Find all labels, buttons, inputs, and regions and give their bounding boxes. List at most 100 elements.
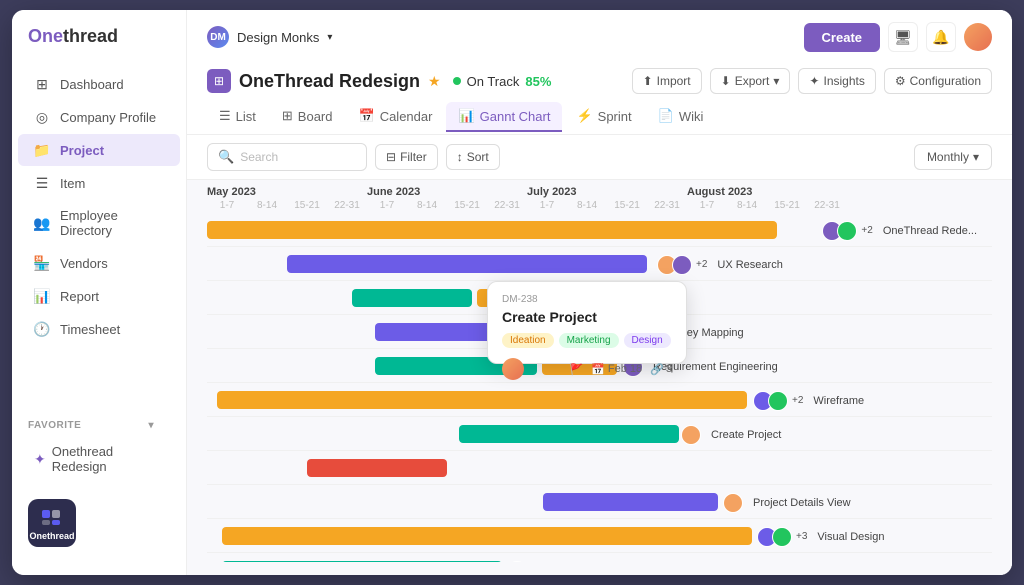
gantt-rows-container: +2 OneThread Rede... (207, 213, 992, 562)
sidebar-item-employee-directory[interactable]: 👥 Employee Directory (18, 200, 180, 246)
avatar (681, 425, 701, 445)
user-avatar[interactable] (964, 23, 992, 51)
export-dropdown-icon: ▾ (773, 74, 779, 88)
sidebar-item-timesheet[interactable]: 🕐 Timesheet (18, 313, 180, 345)
sidebar-item-company-profile[interactable]: ◎ Company Profile (18, 101, 180, 133)
notification-icon-btn[interactable]: 🔔 (926, 22, 956, 52)
company-icon: ◎ (34, 109, 50, 125)
gantt-row-red: DM-238 Create Project Ideation Marketing… (207, 451, 992, 485)
timesheet-icon: 🕐 (34, 321, 50, 337)
extra-count: +2 (861, 225, 872, 236)
config-icon: ⚙ (895, 74, 906, 88)
list-icon: ☰ (219, 108, 231, 124)
gantt-bar-dribbble (222, 561, 502, 563)
avatar (672, 255, 692, 275)
sidebar-item-report[interactable]: 📊 Report (18, 280, 180, 312)
month-may: May 2023 1-7 8-14 15-21 22-31 (207, 186, 367, 211)
sidebar-item-dashboard[interactable]: ⊞ Dashboard (18, 68, 180, 100)
project-icon: 📁 (34, 142, 50, 158)
avatar-group-create (681, 425, 701, 445)
sidebar-item-item[interactable]: ☰ Item (18, 167, 180, 199)
filter-button[interactable]: ⊟ Filter (375, 144, 438, 170)
gantt-bar-create-project (459, 425, 679, 443)
gantt-chart-area: May 2023 1-7 8-14 15-21 22-31 June 2023 (187, 180, 1012, 575)
report-icon: 📊 (34, 288, 50, 304)
item-icon: ☰ (34, 175, 50, 191)
monthly-toggle[interactable]: Monthly ▾ (914, 144, 992, 170)
avatar (837, 221, 857, 241)
app-logo: Onethread (12, 26, 186, 67)
favorites-toggle[interactable]: ▾ (148, 420, 154, 431)
header: DM Design Monks ▾ Create 🖥 🔔 ⊞ OneThread… (187, 10, 1012, 135)
gantt-row-wireframe: +2 Wireframe (207, 383, 992, 417)
avatar-group-dribbble (507, 561, 527, 563)
popup-footer: 🚩 📅 Feb 18 🔗 3 (502, 358, 672, 380)
vendors-icon: 🏪 (34, 255, 50, 271)
task-popup: DM-238 Create Project Ideation Marketing… (487, 281, 687, 364)
avatar (723, 493, 743, 513)
tab-gantt[interactable]: 📊 Gannt Chart (446, 102, 562, 132)
sidebar-footer: Onethread (12, 487, 186, 559)
sort-icon: ↕ (457, 150, 463, 164)
avatar-group-visual (757, 527, 792, 547)
gantt-timeline-header: May 2023 1-7 8-14 15-21 22-31 June 2023 (207, 180, 992, 213)
avatar (772, 527, 792, 547)
gantt-icon: 📊 (458, 108, 474, 124)
main-content: DM Design Monks ▾ Create 🖥 🔔 ⊞ OneThread… (187, 10, 1012, 575)
tab-sprint[interactable]: ⚡ Sprint (564, 102, 643, 132)
tab-wiki[interactable]: 📄 Wiki (646, 102, 716, 132)
footer-logo: Onethread (28, 499, 76, 547)
gantt-bar-ux-research (287, 255, 647, 273)
workspace-dropdown-icon: ▾ (327, 32, 332, 43)
tab-board[interactable]: ⊞ Board (270, 102, 345, 132)
import-button[interactable]: ⬆ Import (632, 68, 702, 94)
favorite-star-icon: ✦ (34, 451, 46, 468)
workspace-avatar: DM (207, 26, 229, 48)
board-icon: ⊞ (282, 108, 293, 124)
sidebar-item-project[interactable]: 📁 Project (18, 134, 180, 166)
avatar-group-wireframe (753, 391, 788, 411)
project-title: OneThread Redesign (239, 71, 420, 92)
export-button[interactable]: ⬇ Export ▾ (710, 68, 791, 94)
tab-calendar[interactable]: 📅 Calendar (347, 102, 445, 132)
gantt-row-create-project: Create Project (207, 417, 992, 451)
tab-list[interactable]: ☰ List (207, 102, 268, 132)
avatar (507, 561, 527, 563)
popup-user-avatar (502, 358, 524, 380)
status-dot-icon (453, 77, 461, 85)
wiki-icon: 📄 (658, 108, 674, 124)
create-button[interactable]: Create (804, 23, 880, 52)
project-status: On Track 85% (453, 74, 552, 89)
workspace-selector[interactable]: DM Design Monks ▾ (207, 26, 332, 48)
sidebar-item-vendors[interactable]: 🏪 Vendors (18, 247, 180, 279)
header-actions: Create 🖥 🔔 (804, 22, 992, 52)
gantt-bar-wireframe (217, 391, 747, 409)
sidebar-item-onethread-redesign[interactable]: ✦ Onethread Redesign (18, 436, 180, 482)
search-box[interactable]: 🔍 Search (207, 143, 367, 171)
screen-icon-btn[interactable]: 🖥 (888, 22, 918, 52)
insights-button[interactable]: ✦ Insights (798, 68, 875, 94)
view-tabs: ☰ List ⊞ Board 📅 Calendar 📊 Gannt Chart … (207, 100, 992, 134)
configuration-button[interactable]: ⚙ Configuration (884, 68, 992, 94)
gantt-row-ux-research: +2 UX Research (207, 247, 992, 281)
filter-icon: ⊟ (386, 150, 396, 164)
gantt-row-onethread: +2 OneThread Rede... (207, 213, 992, 247)
link-icon: 🔗 (650, 363, 664, 376)
sprint-icon: ⚡ (576, 108, 592, 124)
popup-badges: Ideation Marketing Design (502, 333, 672, 348)
gantt-toolbar: 🔍 Search ⊟ Filter ↕ Sort Monthly ▾ (187, 135, 1012, 180)
project-header: ⊞ OneThread Redesign ★ On Track 85% ⬆ Im… (207, 60, 992, 100)
toolbar-left: 🔍 Search ⊟ Filter ↕ Sort (207, 143, 500, 171)
avatar-group-details (723, 493, 743, 513)
gantt-bar-red (307, 459, 447, 477)
project-type-icon: ⊞ (207, 69, 231, 93)
project-star-icon[interactable]: ★ (428, 73, 441, 90)
project-meta-actions: ⬆ Import ⬇ Export ▾ ✦ Insights ⚙ Confi (632, 68, 992, 94)
flag-icon: 🚩 (570, 363, 584, 376)
sort-button[interactable]: ↕ Sort (446, 144, 500, 170)
popup-meta: 🚩 📅 Feb 18 🔗 3 (570, 363, 672, 376)
export-icon: ⬇ (721, 74, 731, 88)
import-icon: ⬆ (643, 74, 653, 88)
dashboard-icon: ⊞ (34, 76, 50, 92)
header-top-bar: DM Design Monks ▾ Create 🖥 🔔 (207, 10, 992, 60)
